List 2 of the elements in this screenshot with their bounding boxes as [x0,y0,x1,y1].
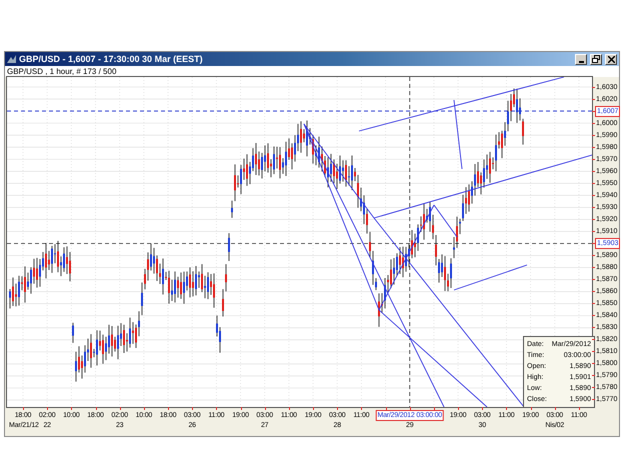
window-title: GBP/USD - 1,6007 - 17:30:00 30 Mar (EEST) [19,54,203,64]
chart-caption: GBP/USD , 1 hour, # 173 / 500 [7,67,116,76]
